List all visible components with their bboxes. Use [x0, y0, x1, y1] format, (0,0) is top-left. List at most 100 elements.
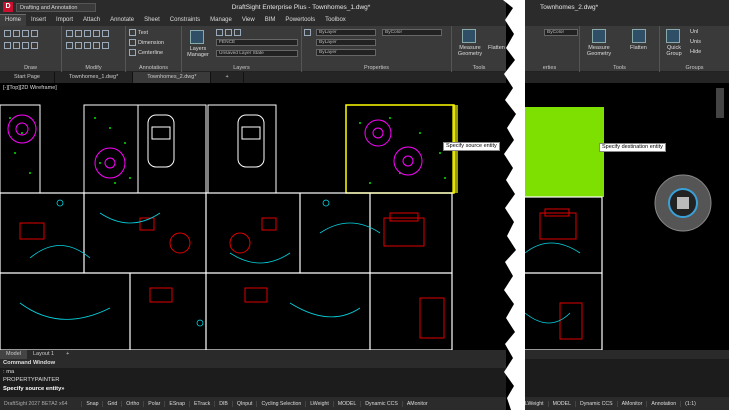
- plotstyle-combo[interactable]: ByColor: [382, 29, 442, 36]
- move-icon[interactable]: [66, 30, 73, 37]
- quick-group-button[interactable]: Quick Group: [662, 45, 686, 57]
- rectangle-icon[interactable]: [4, 42, 11, 49]
- drawing-viewport[interactable]: [-][Top][2D Wireframe] Specify source en…: [0, 83, 506, 350]
- layer-state-combo[interactable]: Unsaved Layer State: [216, 50, 298, 57]
- status-snap[interactable]: Snap: [81, 400, 102, 407]
- house-walls: [0, 192, 453, 350]
- document-tabs: Start Page Townhomes_1.dwg* Townhomes_2.…: [0, 72, 506, 83]
- tab-toolbox[interactable]: Toolbox: [320, 15, 351, 26]
- lineweight-combo[interactable]: ByLayer: [316, 39, 376, 46]
- explode-icon[interactable]: [102, 42, 109, 49]
- measure-geometry-icon[interactable]: [592, 29, 606, 43]
- point-icon[interactable]: [31, 42, 38, 49]
- layer-combo[interactable]: FENCE: [216, 39, 298, 46]
- app-logo-icon[interactable]: D: [3, 2, 13, 12]
- ribbon: ByColor erties Measure Geometry Flatten …: [520, 26, 729, 72]
- quick-group-icon[interactable]: [666, 29, 680, 43]
- flatten-button[interactable]: Flatten: [630, 45, 647, 51]
- tab-home[interactable]: Home: [0, 14, 27, 26]
- drawing-viewport[interactable]: Specify destination entity: [520, 83, 729, 350]
- unisolate-button[interactable]: Unis: [690, 39, 701, 45]
- tab-view[interactable]: View: [237, 15, 260, 26]
- tab-townhomes-2[interactable]: Townhomes_2.dwg*: [133, 72, 212, 83]
- plotstyle-combo[interactable]: ByColor: [544, 29, 578, 36]
- new-tab-button[interactable]: +: [211, 72, 244, 83]
- status-ortho[interactable]: Ortho: [121, 400, 143, 407]
- command-window[interactable]: Command Window : ma PROPERTYPAINTER Spec…: [0, 359, 506, 397]
- polyline-icon[interactable]: [13, 30, 20, 37]
- layers-manager-button[interactable]: Layers Manager: [184, 46, 212, 58]
- status-lweight[interactable]: LWeight: [305, 400, 333, 407]
- navigation-bar[interactable]: [716, 88, 724, 118]
- status-dynamic-ccs[interactable]: Dynamic CCS: [575, 400, 617, 407]
- garden-mid: [83, 104, 139, 194]
- text-button[interactable]: Text: [129, 29, 148, 36]
- tab-model[interactable]: Model: [0, 350, 27, 359]
- tab-constraints[interactable]: Constraints: [165, 15, 205, 26]
- status-annotation[interactable]: Annotation: [646, 400, 680, 407]
- tab-manage[interactable]: Manage: [205, 15, 237, 26]
- status-polar[interactable]: Polar: [143, 400, 164, 407]
- color-combo[interactable]: ByLayer: [316, 29, 376, 36]
- copy-icon[interactable]: [75, 30, 82, 37]
- tab-insert[interactable]: Insert: [26, 15, 51, 26]
- status-cycling-selection[interactable]: Cycling Selection: [256, 400, 305, 407]
- status-model[interactable]: MODEL: [332, 400, 360, 407]
- tab-townhomes-1[interactable]: Townhomes_1.dwg*: [55, 72, 134, 83]
- layer-freeze-icon[interactable]: [225, 29, 232, 36]
- workspace-dropdown[interactable]: Drafting and Annotation: [16, 2, 96, 12]
- status-esnap[interactable]: ESnap: [164, 400, 189, 407]
- fillet-icon[interactable]: [84, 42, 91, 49]
- view-cube-icon[interactable]: [653, 173, 713, 233]
- tab-sheet[interactable]: Sheet: [139, 15, 165, 26]
- tab-annotate[interactable]: Annotate: [105, 15, 139, 26]
- circle-icon[interactable]: [22, 30, 29, 37]
- tab-start-page[interactable]: Start Page: [0, 72, 55, 83]
- offset-icon[interactable]: [93, 42, 100, 49]
- add-layout-button[interactable]: +: [60, 350, 75, 359]
- status-scale[interactable]: (1:1): [680, 400, 700, 407]
- layers-manager-icon[interactable]: [190, 30, 204, 44]
- measure-geometry-button[interactable]: Measure Geometry: [454, 45, 486, 57]
- status-etrack[interactable]: ETrack: [188, 400, 214, 407]
- scale-icon[interactable]: [102, 30, 109, 37]
- layer-lock-icon[interactable]: [234, 29, 241, 36]
- status-dib[interactable]: DIB: [214, 400, 232, 407]
- extend-icon[interactable]: [75, 42, 82, 49]
- window-title: Townhomes_2.dwg*: [540, 3, 599, 11]
- viewport-label[interactable]: [-][Top][2D Wireframe]: [3, 85, 57, 91]
- status-model[interactable]: MODEL: [547, 400, 575, 407]
- trim-icon[interactable]: [66, 42, 73, 49]
- measure-geometry-button[interactable]: Measure Geometry: [582, 45, 616, 57]
- rotate-icon[interactable]: [84, 30, 91, 37]
- flatten-icon[interactable]: [632, 29, 646, 43]
- status-amonitor[interactable]: AMonitor: [401, 400, 432, 407]
- unlist-button[interactable]: Unl: [690, 29, 698, 35]
- tab-bim[interactable]: BIM: [260, 15, 281, 26]
- line-icon[interactable]: [4, 30, 11, 37]
- measure-geometry-icon[interactable]: [462, 29, 476, 43]
- version-label: DraftSight 2027 BETA2 x64: [4, 400, 68, 407]
- mirror-icon[interactable]: [93, 30, 100, 37]
- status-bar: DraftSight 2027 BETA2 x64 Snap Grid Orth…: [0, 397, 506, 410]
- spline-icon[interactable]: [22, 42, 29, 49]
- left-application-window: D Drafting and Annotation DraftSight Ent…: [0, 0, 506, 410]
- match-properties-icon[interactable]: [304, 29, 311, 36]
- status-dynamic-ccs[interactable]: Dynamic CCS: [360, 400, 402, 407]
- arc-icon[interactable]: [31, 30, 38, 37]
- tools-group: Measure Geometry Flatten Tools: [580, 26, 660, 72]
- status-grid[interactable]: Grid: [102, 400, 121, 407]
- tab-import[interactable]: Import: [51, 15, 78, 26]
- tab-powertools[interactable]: Powertools: [280, 15, 320, 26]
- status-qinput[interactable]: QInput: [231, 400, 257, 407]
- hatch-icon[interactable]: [13, 42, 20, 49]
- layer-on-icon[interactable]: [216, 29, 223, 36]
- hide-button[interactable]: Hide: [690, 49, 701, 55]
- tab-layout-1[interactable]: Layout 1: [27, 350, 60, 359]
- linetype-combo[interactable]: ByLayer: [316, 49, 376, 56]
- centerline-button[interactable]: Centerline: [129, 49, 163, 56]
- status-amonitor[interactable]: AMonitor: [616, 400, 647, 407]
- command-prompt[interactable]: Specify source entity»: [0, 385, 506, 394]
- tab-attach[interactable]: Attach: [78, 15, 105, 26]
- dimension-button[interactable]: Dimension: [129, 39, 164, 46]
